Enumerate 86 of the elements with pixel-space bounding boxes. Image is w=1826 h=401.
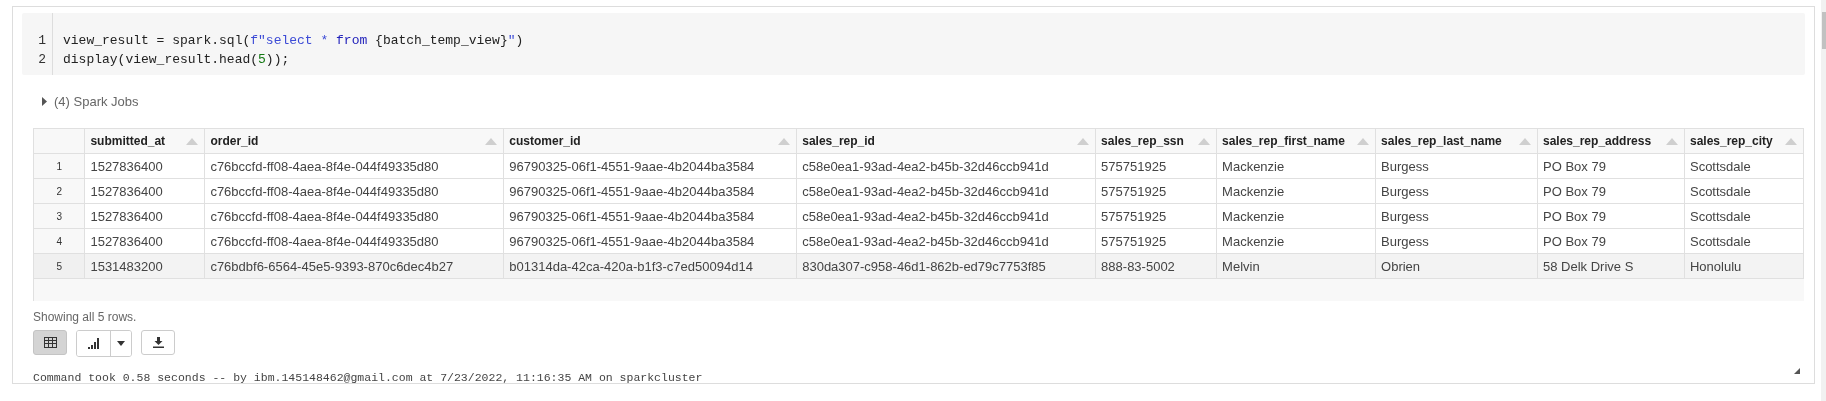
table-cell: 58 Delk Drive S [1537, 253, 1685, 279]
table-cell: 575751925 [1095, 153, 1217, 179]
table-cell: c58e0ea1-93ad-4ea2-b45b-32d46ccb941d [796, 178, 1096, 204]
column-header[interactable]: order_id [210, 134, 259, 148]
column-header[interactable]: customer_id [509, 134, 581, 148]
code-editor[interactable]: 1 2 view_result = spark.sql(f"select * from {batch_temp_view}") display(view_result.head(5)); [22, 13, 1805, 75]
row-number: 5 [34, 253, 85, 279]
table-cell: 1527836400 [84, 203, 205, 229]
table-cell: Scottsdale [1684, 203, 1804, 229]
code-line: view_result = spark.sql(f"select * from {batch_temp_view}") [63, 32, 524, 50]
table-cell: Mackenzie [1216, 203, 1376, 229]
caret-icon [42, 96, 48, 106]
table-cell: c58e0ea1-93ad-4ea2-b45b-32d46ccb941d [796, 203, 1096, 229]
table-cell: PO Box 79 [1537, 228, 1685, 254]
table-cell: 1527836400 [84, 178, 205, 204]
table-cell: Burgess [1375, 153, 1538, 179]
download-icon [152, 337, 164, 348]
table-cell: c76bccfd-ff08-4aea-8f4e-044f49335d80 [204, 203, 504, 229]
sort-icon[interactable] [185, 137, 200, 145]
column-header[interactable]: sales_rep_first_name [1222, 134, 1345, 148]
table-cell: Mackenzie [1216, 228, 1376, 254]
table-cell: c76bccfd-ff08-4aea-8f4e-044f49335d80 [204, 178, 504, 204]
table-view-button[interactable] [33, 330, 67, 355]
table-cell: 830da307-c958-46d1-862b-ed79c7753f85 [796, 253, 1096, 279]
table-cell: Melvin [1216, 253, 1376, 279]
line-number: 1 [38, 32, 47, 50]
row-number: 1 [34, 153, 85, 179]
table-cell: Obrien [1375, 253, 1538, 279]
column-header[interactable]: sales_rep_ssn [1101, 134, 1184, 148]
table-cell: Burgess [1375, 178, 1538, 204]
spark-jobs-toggle[interactable]: (4) Spark Jobs [42, 91, 139, 111]
sort-icon[interactable] [1076, 137, 1091, 145]
table-cell: 96790325-06f1-4551-9aae-4b2044ba3584 [503, 153, 797, 179]
line-number: 2 [38, 51, 47, 69]
bar-chart-icon [87, 338, 100, 349]
column-header[interactable]: sales_rep_address [1543, 134, 1652, 148]
table-cell: 96790325-06f1-4551-9aae-4b2044ba3584 [503, 178, 797, 204]
table-cell: PO Box 79 [1537, 178, 1685, 204]
table-cell: c76bccfd-ff08-4aea-8f4e-044f49335d80 [204, 153, 504, 179]
caret-icon [117, 341, 125, 346]
table-icon [43, 337, 57, 348]
table-cell: c76bdbf6-6564-45e5-9393-870c6dec4b27 [204, 253, 504, 279]
row-number: 3 [34, 203, 85, 229]
row-count-text: Showing all 5 rows. [33, 310, 138, 324]
sort-icon[interactable] [1518, 137, 1532, 145]
table-cell: c76bccfd-ff08-4aea-8f4e-044f49335d80 [204, 228, 504, 254]
table-cell: 96790325-06f1-4551-9aae-4b2044ba3584 [503, 203, 797, 229]
chart-view-button[interactable] [77, 331, 111, 356]
sort-icon[interactable] [484, 137, 499, 145]
sort-icon[interactable] [1356, 137, 1371, 145]
column-header[interactable]: sales_rep_city [1689, 134, 1773, 148]
sort-icon[interactable] [1664, 137, 1679, 145]
table-cell: Mackenzie [1216, 178, 1376, 204]
table-cell: 1527836400 [84, 228, 205, 254]
resize-handle-icon[interactable] [1794, 368, 1800, 374]
table-cell: c58e0ea1-93ad-4ea2-b45b-32d46ccb941d [796, 153, 1096, 179]
table-cell: 575751925 [1095, 228, 1217, 254]
table-cell: Scottsdale [1684, 178, 1804, 204]
table-cell: Mackenzie [1216, 153, 1376, 179]
table-cell: 575751925 [1095, 203, 1217, 229]
column-header[interactable]: submitted_at [90, 134, 166, 148]
download-button[interactable] [141, 330, 175, 355]
table-cell: 888-83-5002 [1095, 253, 1217, 279]
command-status-text: Command took 0.58 seconds -- by ibm.145148462@gmail.com at 7/23/2022, 11:16:35 AM on sparkcluster [33, 371, 704, 384]
table-cell: Scottsdale [1684, 228, 1804, 254]
table-cell: Scottsdale [1684, 153, 1804, 179]
table-cell: 96790325-06f1-4551-9aae-4b2044ba3584 [503, 228, 797, 254]
table-cell: c58e0ea1-93ad-4ea2-b45b-32d46ccb941d [796, 228, 1096, 254]
column-header[interactable]: sales_rep_id [802, 134, 875, 148]
table-cell: b01314da-42ca-420a-b1f3-c7ed50094d14 [503, 253, 797, 279]
table-cell: 575751925 [1095, 178, 1217, 204]
column-header[interactable]: sales_rep_last_name [1381, 134, 1502, 148]
row-number: 4 [34, 228, 85, 254]
sort-icon[interactable] [1784, 137, 1798, 145]
table-cell: PO Box 79 [1537, 153, 1685, 179]
table-cell: Burgess [1375, 228, 1538, 254]
table-cell: 1531483200 [84, 253, 205, 279]
scrollbar-thumb[interactable] [1822, 12, 1826, 49]
table-cell: Honolulu [1684, 253, 1804, 279]
table-cell: 1527836400 [84, 153, 205, 179]
table-cell: Burgess [1375, 203, 1538, 229]
sort-icon[interactable] [777, 137, 792, 145]
code-line: display(view_result.head(5)); [63, 51, 291, 69]
row-number: 2 [34, 178, 85, 204]
sort-icon[interactable] [1197, 137, 1212, 145]
table-cell: PO Box 79 [1537, 203, 1685, 229]
